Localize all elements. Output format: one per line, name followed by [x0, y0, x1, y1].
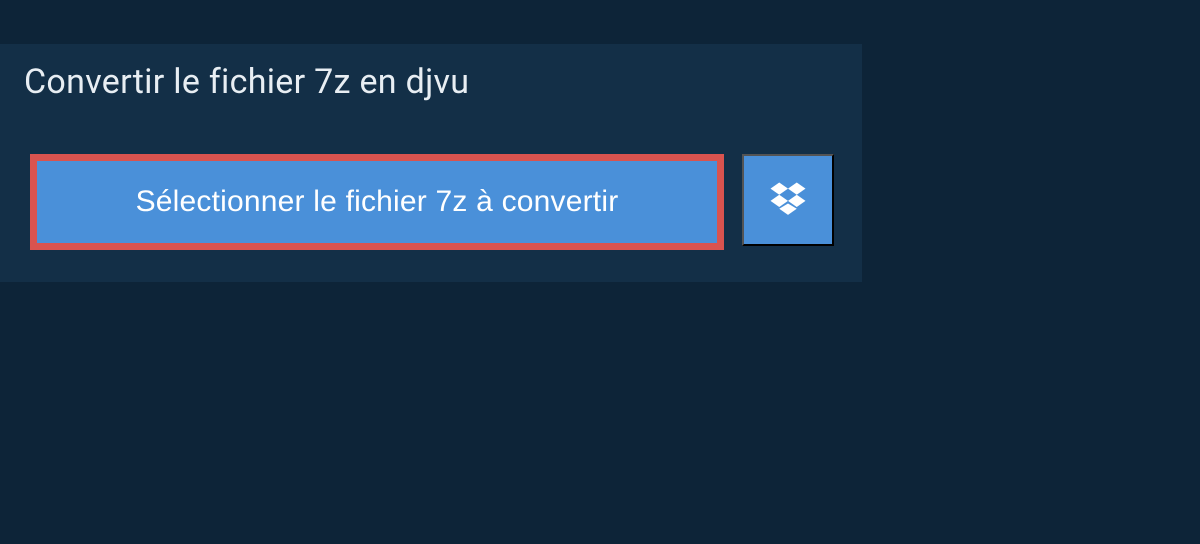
page-title: Convertir le fichier 7z en djvu — [24, 62, 546, 102]
select-file-button[interactable]: Sélectionner le fichier 7z à convertir — [30, 154, 724, 250]
action-row: Sélectionner le fichier 7z à convertir — [0, 124, 862, 282]
title-bar: Convertir le fichier 7z en djvu — [0, 44, 570, 124]
dropbox-icon — [767, 179, 809, 221]
converter-panel: Convertir le fichier 7z en djvu Sélectio… — [0, 44, 862, 282]
dropbox-button[interactable] — [742, 154, 834, 246]
